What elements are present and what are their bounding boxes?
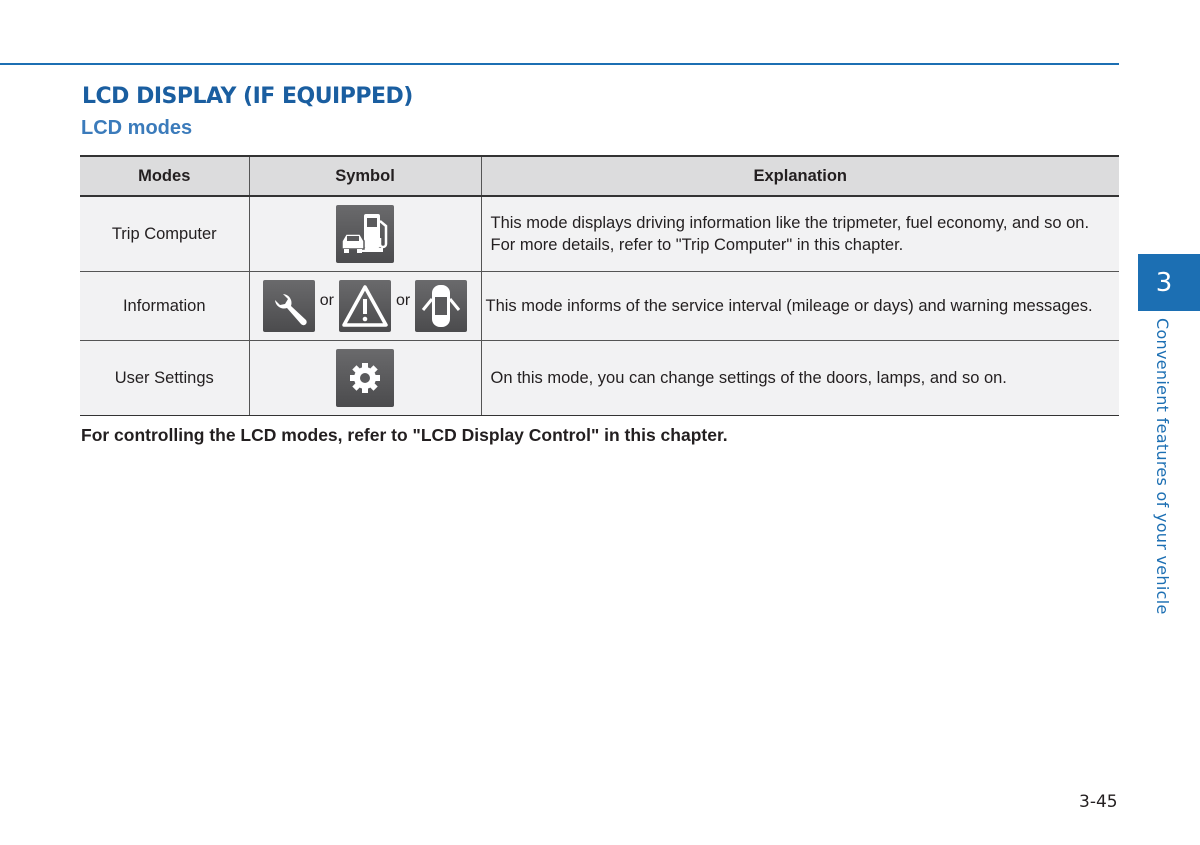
page-number: 3-45: [1079, 792, 1118, 812]
explanation-cell: This mode informs of the service interva…: [480, 271, 1119, 341]
column-header-symbol: Symbol: [248, 155, 482, 197]
gear-icon: [336, 349, 394, 407]
explanation-line: This mode informs of the service interva…: [485, 297, 1093, 315]
or-separator: or: [396, 292, 411, 309]
symbol-cell: [248, 195, 482, 272]
lcd-modes-table: Modes Symbol Explanation Trip Computer T…: [80, 155, 1119, 416]
lcd-control-note: For controlling the LCD modes, refer to …: [81, 425, 728, 445]
column-header-explanation: Explanation: [480, 155, 1119, 197]
mode-name: Information: [80, 271, 250, 341]
table-header-row: Modes Symbol Explanation: [80, 155, 1119, 197]
table-row: Trip Computer This mode displays driving…: [80, 195, 1119, 272]
mode-name: User Settings: [80, 340, 250, 416]
explanation-line: On this mode, you can change settings of…: [490, 369, 1007, 387]
symbol-cell: [248, 340, 482, 416]
chapter-tab: 3: [1138, 254, 1200, 311]
chapter-number: 3: [1155, 267, 1173, 298]
car-doors-open-icon: [415, 280, 468, 332]
explanation-line: For more details, refer to "Trip Compute…: [490, 236, 904, 254]
top-rule: [0, 63, 1119, 65]
table-row: User Settings On this mode, you can chan…: [80, 340, 1119, 416]
table-row: Information or or This mode informs of t…: [80, 271, 1119, 341]
column-header-modes: Modes: [80, 155, 250, 197]
explanation-cell: This mode displays driving information l…: [480, 195, 1119, 272]
warning-triangle-icon: [339, 280, 391, 332]
mode-name: Trip Computer: [80, 195, 250, 272]
chapter-title: Convenient features of your vehicle: [1153, 318, 1172, 615]
fuel-pump-car-icon: [336, 205, 394, 263]
subsection-title: LCD modes: [81, 117, 193, 139]
explanation-cell: On this mode, you can change settings of…: [480, 340, 1119, 416]
explanation-line: This mode displays driving information l…: [490, 214, 1090, 232]
section-title: LCD DISPLAY (IF EQUIPPED): [82, 84, 413, 109]
wrench-icon: [262, 280, 315, 332]
or-separator: or: [319, 292, 334, 309]
symbol-cell: or or: [248, 271, 482, 341]
